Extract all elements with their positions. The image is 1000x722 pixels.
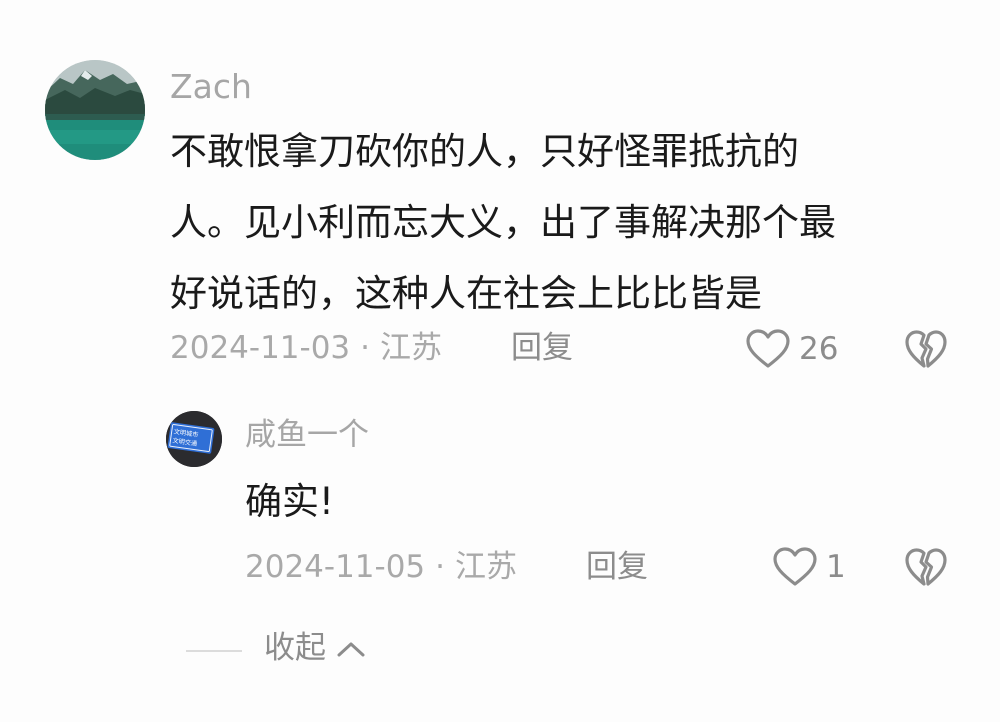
comment-thread: Zach 不敢恨拿刀砍你的人，只好怪罪抵抗的 人。见小利而忘大义，出了事解决那个… xyxy=(0,0,1000,722)
like-button[interactable]: 26 xyxy=(745,328,838,370)
comment-text-line: 不敢恨拿刀砍你的人，只好怪罪抵抗的 xyxy=(170,130,799,173)
avatar-sign-image: 文明城市 文明交通 xyxy=(166,411,222,467)
chevron-up-icon xyxy=(337,642,365,656)
avatar-landscape-image xyxy=(45,60,145,160)
reply-location: 江苏 xyxy=(455,549,518,585)
like-count: 1 xyxy=(826,548,846,585)
heart-outline-icon xyxy=(746,329,790,368)
reply-text: 确实! xyxy=(245,480,334,523)
collapse-divider xyxy=(186,650,242,652)
meta-separator: · xyxy=(435,549,446,585)
comment-text-line: 人。见小利而忘大义，出了事解决那个最 xyxy=(170,201,836,244)
comment-text-line: 好说话的，这种人在社会上比比皆是 xyxy=(170,272,762,315)
reply-username[interactable]: 咸鱼一个 xyxy=(245,420,369,451)
dislike-button[interactable] xyxy=(904,546,948,592)
like-button[interactable]: 1 xyxy=(772,546,846,588)
dislike-button[interactable] xyxy=(904,328,948,374)
comment-username[interactable]: Zach xyxy=(170,70,252,103)
collapse-label: 收起 xyxy=(264,630,326,666)
comment-date: 2024-11-03 xyxy=(170,330,351,366)
reply-date: 2024-11-05 xyxy=(245,549,426,585)
comment-location: 江苏 xyxy=(380,330,443,366)
reply-meta: 2024-11-05 · 江苏 xyxy=(245,552,517,583)
broken-heart-icon xyxy=(905,548,947,586)
like-count: 26 xyxy=(799,330,839,367)
reply-button[interactable]: 回复 xyxy=(511,333,573,364)
broken-heart-icon xyxy=(905,330,947,368)
user-avatar[interactable] xyxy=(45,60,145,160)
comment-meta: 2024-11-03 · 江苏 xyxy=(170,333,442,364)
collapse-replies-button[interactable]: 收起 xyxy=(264,633,366,664)
heart-outline-icon xyxy=(773,547,817,586)
reply-user-avatar[interactable]: 文明城市 文明交通 xyxy=(166,411,222,467)
comment-text: 不敢恨拿刀砍你的人，只好怪罪抵抗的 人。见小利而忘大义，出了事解决那个最 好说话… xyxy=(170,116,836,329)
reply-button[interactable]: 回复 xyxy=(586,552,648,583)
meta-separator: · xyxy=(360,330,371,366)
